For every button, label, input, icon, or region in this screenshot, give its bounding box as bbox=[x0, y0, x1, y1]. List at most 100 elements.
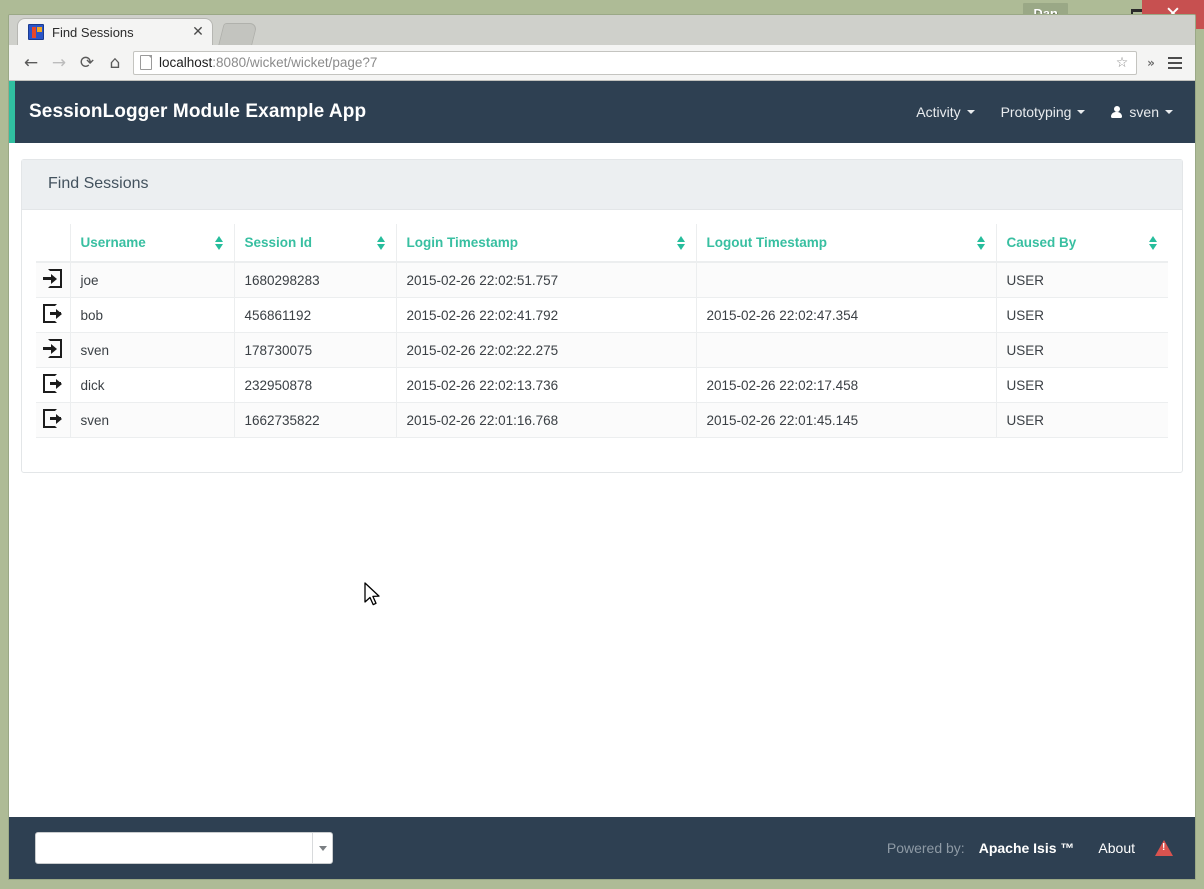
sign-out-icon[interactable] bbox=[43, 374, 63, 393]
sign-in-icon[interactable] bbox=[43, 269, 63, 288]
column-header-logout-timestamp[interactable]: Logout Timestamp bbox=[695, 224, 997, 263]
navbar-accent-bar bbox=[9, 81, 15, 143]
nav-item-prototyping[interactable]: Prototyping bbox=[1001, 104, 1086, 120]
nav-item-user[interactable]: sven bbox=[1111, 104, 1173, 120]
column-header-caused-by-label: Caused By bbox=[1006, 235, 1077, 250]
os-window: Dan ✕ Find Sessions ✕ ← → ⟳ ⌂ bbox=[0, 0, 1204, 889]
cell-session-id: 1662735822 bbox=[233, 402, 397, 438]
column-header-username[interactable]: Username bbox=[69, 224, 235, 263]
cell-logout: 2015-02-26 22:02:17.458 bbox=[695, 367, 997, 403]
about-link[interactable]: About bbox=[1098, 840, 1135, 856]
sort-icon[interactable] bbox=[1149, 235, 1158, 250]
sort-icon[interactable] bbox=[976, 235, 986, 250]
cell-login: 2015-02-26 22:02:41.792 bbox=[395, 297, 697, 333]
bookmark-star-icon[interactable]: ☆ bbox=[1112, 55, 1132, 71]
table-header-row: Username Session Id Login Timestamp Logo… bbox=[36, 224, 1168, 263]
row-action-cell[interactable] bbox=[36, 402, 71, 438]
page-info-icon[interactable] bbox=[140, 55, 152, 70]
sort-icon[interactable] bbox=[376, 235, 386, 250]
table-head: Username Session Id Login Timestamp Logo… bbox=[36, 224, 1168, 263]
cell-username: joe bbox=[69, 261, 235, 298]
row-action-cell[interactable] bbox=[36, 297, 71, 333]
tab-close-icon[interactable]: ✕ bbox=[190, 25, 206, 39]
column-header-login-timestamp-label: Login Timestamp bbox=[406, 235, 519, 250]
url-path: :8080/wicket/wicket/page?7 bbox=[212, 55, 378, 70]
cell-username: bob bbox=[69, 297, 235, 333]
sign-in-icon[interactable] bbox=[43, 339, 63, 358]
cell-logout bbox=[695, 261, 997, 298]
cell-caused-by: USER bbox=[995, 367, 1168, 403]
chevron-down-icon bbox=[318, 845, 327, 851]
chevron-down-icon bbox=[966, 110, 975, 114]
footer-select-toggle[interactable] bbox=[312, 833, 332, 863]
nav-item-prototyping-label: Prototyping bbox=[1000, 104, 1072, 120]
chevron-down-icon bbox=[1077, 110, 1086, 114]
mouse-cursor bbox=[364, 582, 380, 606]
row-action-cell[interactable] bbox=[36, 261, 71, 298]
app-navbar: SessionLogger Module Example App Activit… bbox=[9, 81, 1195, 143]
cell-login: 2015-02-26 22:02:22.275 bbox=[395, 332, 697, 368]
nav-item-activity-label: Activity bbox=[916, 104, 961, 120]
cell-caused-by: USER bbox=[995, 332, 1168, 368]
find-sessions-panel: Find Sessions Username Session Id Login … bbox=[21, 159, 1183, 473]
column-header-logout-timestamp-label: Logout Timestamp bbox=[706, 235, 828, 250]
powered-by-label: Powered by: bbox=[886, 840, 965, 856]
cell-logout: 2015-02-26 22:01:45.145 bbox=[695, 402, 997, 438]
column-header-caused-by[interactable]: Caused By bbox=[995, 224, 1168, 263]
footer-select[interactable] bbox=[35, 832, 333, 864]
cell-username: sven bbox=[69, 402, 235, 438]
panel-body: Username Session Id Login Timestamp Logo… bbox=[22, 210, 1182, 472]
warning-icon bbox=[1155, 840, 1173, 856]
cell-session-id: 456861192 bbox=[233, 297, 397, 333]
browser-window: Find Sessions ✕ ← → ⟳ ⌂ localhost:8080/w… bbox=[8, 14, 1196, 880]
table-row: sven 178730075 2015-02-26 22:02:22.275 USER bbox=[36, 332, 1168, 368]
footer-select-value bbox=[36, 833, 312, 863]
column-header-login-timestamp[interactable]: Login Timestamp bbox=[395, 224, 697, 263]
cell-logout: 2015-02-26 22:02:47.354 bbox=[695, 297, 997, 333]
forward-icon[interactable]: → bbox=[45, 49, 73, 77]
page-title: Find Sessions bbox=[22, 160, 1182, 210]
browser-toolbar: ← → ⟳ ⌂ localhost:8080/wicket/wicket/pag… bbox=[9, 45, 1195, 81]
product-link[interactable]: Apache Isis ™ bbox=[979, 840, 1075, 856]
table-row: dick 232950878 2015-02-26 22:02:13.736 2015… bbox=[36, 367, 1168, 403]
sign-out-icon[interactable] bbox=[43, 409, 63, 428]
cell-login: 2015-02-26 22:02:51.757 bbox=[395, 261, 697, 298]
reload-icon[interactable]: ⟳ bbox=[73, 49, 101, 77]
toolbar-overflow-icon[interactable]: » bbox=[1143, 56, 1159, 70]
app-favicon-icon bbox=[28, 24, 44, 40]
cell-login: 2015-02-26 22:01:16.768 bbox=[395, 402, 697, 438]
cell-caused-by: USER bbox=[995, 261, 1168, 298]
table-row: sven 1662735822 2015-02-26 22:01:16.768 201… bbox=[36, 402, 1168, 438]
nav-item-activity[interactable]: Activity bbox=[916, 104, 975, 120]
app-footer: Powered by: Apache Isis ™ About bbox=[9, 817, 1195, 879]
sort-icon[interactable] bbox=[214, 235, 224, 250]
sort-icon[interactable] bbox=[676, 235, 686, 250]
home-icon[interactable]: ⌂ bbox=[101, 49, 129, 77]
column-header-session-id-label: Session Id bbox=[244, 235, 313, 250]
cell-caused-by: USER bbox=[995, 402, 1168, 438]
cell-caused-by: USER bbox=[995, 297, 1168, 333]
back-icon[interactable]: ← bbox=[17, 49, 45, 77]
cell-session-id: 232950878 bbox=[233, 367, 397, 403]
sign-out-icon[interactable] bbox=[43, 304, 63, 323]
row-action-cell[interactable] bbox=[36, 332, 71, 368]
column-header-icon bbox=[36, 224, 71, 263]
sessions-table: Username Session Id Login Timestamp Logo… bbox=[36, 224, 1168, 438]
app-brand[interactable]: SessionLogger Module Example App bbox=[29, 101, 366, 123]
row-action-cell[interactable] bbox=[36, 367, 71, 403]
cell-username: dick bbox=[69, 367, 235, 403]
new-tab-button[interactable] bbox=[218, 23, 258, 45]
column-header-session-id[interactable]: Session Id bbox=[233, 224, 397, 263]
hamburger-menu-icon[interactable] bbox=[1163, 50, 1187, 76]
url-host: localhost bbox=[159, 55, 213, 70]
page-viewport: SessionLogger Module Example App Activit… bbox=[9, 81, 1195, 879]
cell-logout bbox=[695, 332, 997, 368]
nav-item-user-label: sven bbox=[1129, 104, 1159, 120]
table-row: joe 1680298283 2015-02-26 22:02:51.757 USER bbox=[36, 261, 1168, 298]
url-text: localhost:8080/wicket/wicket/page?7 bbox=[159, 55, 1112, 70]
cell-session-id: 1680298283 bbox=[233, 261, 397, 298]
table-row: bob 456861192 2015-02-26 22:02:41.792 2015-… bbox=[36, 297, 1168, 333]
cell-username: sven bbox=[69, 332, 235, 368]
address-bar[interactable]: localhost:8080/wicket/wicket/page?7 ☆ bbox=[133, 50, 1137, 75]
browser-tab[interactable]: Find Sessions ✕ bbox=[17, 18, 213, 45]
